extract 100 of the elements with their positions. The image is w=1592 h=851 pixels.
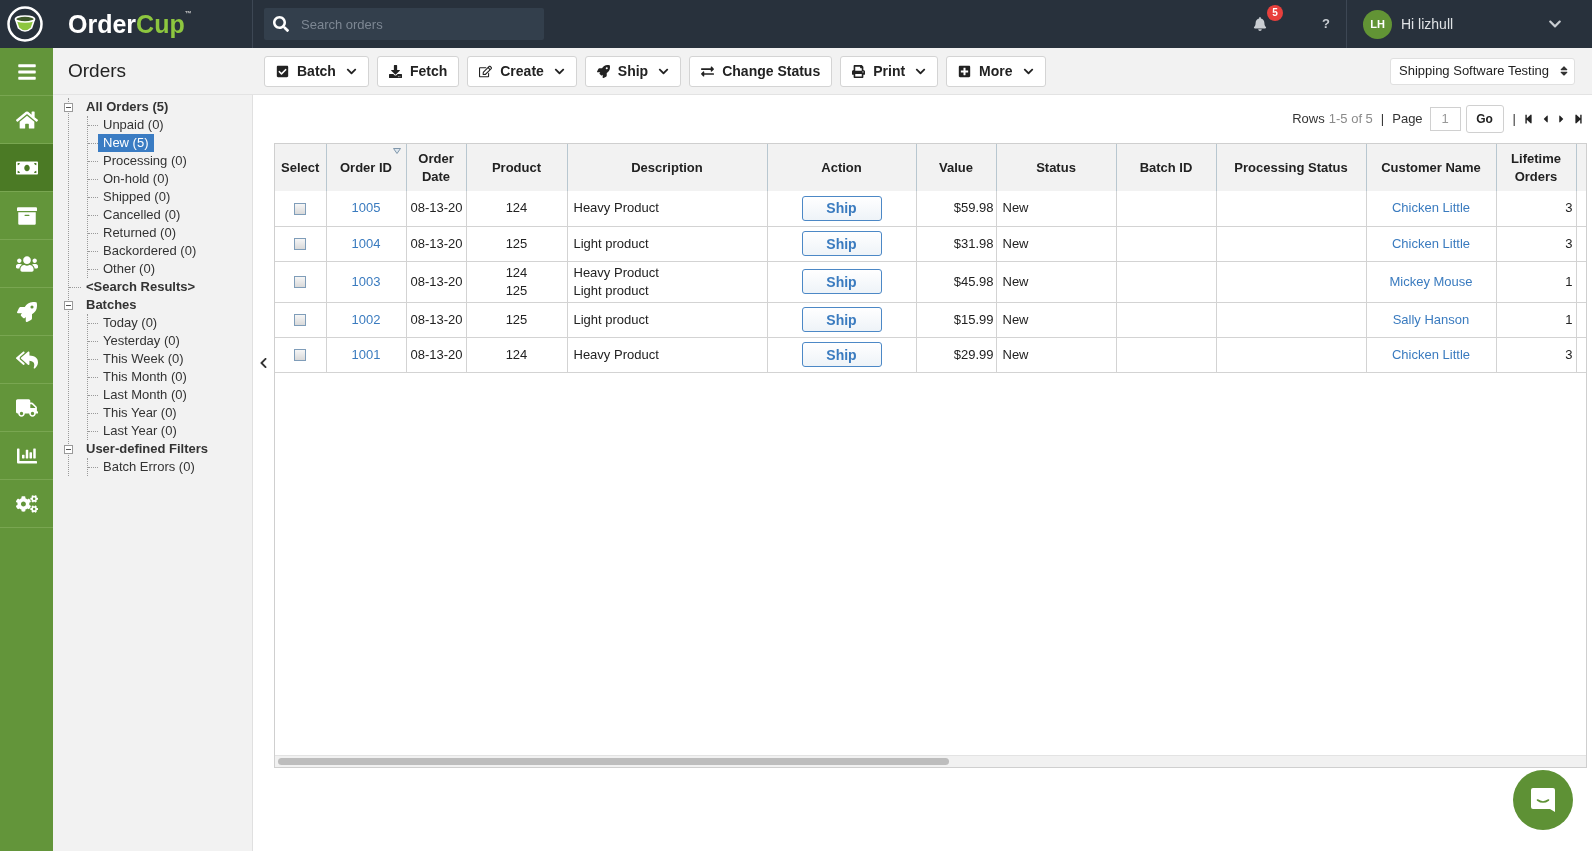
- description-text: Heavy Product: [573, 200, 659, 216]
- tree-item[interactable]: Backordered (0): [98, 242, 202, 260]
- last-page-icon[interactable]: [1574, 113, 1583, 124]
- order-value-text: $29.99: [953, 346, 994, 362]
- column-header[interactable]: Customer Name: [1366, 144, 1496, 191]
- tree-item[interactable]: This Month (0): [98, 368, 192, 386]
- row-checkbox[interactable]: [294, 349, 307, 362]
- ship-button[interactable]: Ship: [801, 231, 882, 256]
- tree-item[interactable]: Other (0): [98, 260, 160, 278]
- download-icon: [388, 64, 402, 78]
- order-id-link[interactable]: 1005: [351, 200, 381, 216]
- row-checkbox[interactable]: [294, 276, 307, 289]
- horizontal-scrollbar[interactable]: [275, 755, 1586, 767]
- column-header[interactable]: Description: [567, 144, 767, 191]
- order-status-text: New: [1002, 235, 1029, 251]
- customer-name-link[interactable]: Mickey Mouse: [1389, 273, 1473, 289]
- customer-name-link[interactable]: Sally Hanson: [1392, 311, 1470, 327]
- chevron-left-icon[interactable]: [259, 357, 268, 369]
- column-header[interactable]: Order ID: [326, 144, 406, 191]
- column-header[interactable]: Processing Status: [1216, 144, 1366, 191]
- toolbar-button[interactable]: Ship: [584, 55, 682, 87]
- row-checkbox[interactable]: [294, 238, 307, 251]
- first-page-icon[interactable]: [1524, 113, 1533, 124]
- lifetime-orders-text: 3: [1565, 346, 1573, 362]
- customer-name-link[interactable]: Chicken Little: [1391, 346, 1470, 362]
- tree-item[interactable]: All Orders (5): [81, 98, 174, 116]
- column-header[interactable]: Value: [916, 144, 996, 191]
- bell-icon[interactable]: [1253, 17, 1268, 31]
- help-link[interactable]: ?: [1322, 14, 1330, 34]
- column-header[interactable]: Order Date: [406, 144, 466, 191]
- description-text: Heavy Product: [573, 264, 659, 280]
- toolbar-button[interactable]: Print: [840, 55, 939, 87]
- toolbar-button[interactable]: More: [946, 55, 1046, 87]
- description-text: Light product: [573, 235, 649, 251]
- order-date-text: 08-13-20: [410, 311, 463, 327]
- tree-item[interactable]: Processing (0): [98, 152, 192, 170]
- tree-item[interactable]: <Search Results>: [81, 278, 201, 296]
- row-checkbox[interactable]: [294, 202, 307, 215]
- tree-item[interactable]: This Week (0): [98, 350, 189, 368]
- tree-item[interactable]: Returned (0): [98, 224, 181, 242]
- scrollbar-thumb[interactable]: [278, 758, 949, 765]
- minus-box-icon[interactable]: [64, 300, 73, 310]
- tree-item[interactable]: On-hold (0): [98, 170, 174, 188]
- product-code-text: 124: [505, 346, 528, 362]
- toolbar-button[interactable]: Create: [467, 55, 577, 87]
- tree-item[interactable]: User-defined Filters: [81, 440, 214, 458]
- toolbar-button[interactable]: Change Status: [689, 55, 833, 87]
- column-header[interactable]: Status: [996, 144, 1116, 191]
- toolbar-button[interactable]: Batch: [264, 55, 369, 87]
- tree-item[interactable]: Yesterday (0): [98, 332, 185, 350]
- customer-name-link[interactable]: Chicken Little: [1391, 235, 1470, 251]
- order-value-text: $59.98: [953, 200, 994, 216]
- column-header[interactable]: Lifetime Orders: [1496, 144, 1576, 191]
- customer-name-link[interactable]: Chicken Little: [1391, 200, 1470, 216]
- order-status-text: New: [1002, 346, 1029, 362]
- tree-item[interactable]: This Year (0): [98, 404, 182, 422]
- user-avatar[interactable]: LH: [1363, 9, 1392, 39]
- row-checkbox[interactable]: [294, 314, 307, 327]
- toolbar-button[interactable]: Fetch: [376, 55, 460, 87]
- tree-item[interactable]: Last Month (0): [98, 386, 192, 404]
- rows-range: 1-5 of 5: [1328, 109, 1373, 128]
- home-icon: [15, 109, 38, 130]
- edit-icon: [479, 64, 493, 78]
- order-id-link[interactable]: 1003: [351, 273, 381, 289]
- column-header[interactable]: Action: [767, 144, 916, 191]
- column-header[interactable]: Batch ID: [1116, 144, 1216, 191]
- ship-button[interactable]: Ship: [801, 195, 882, 221]
- column-header[interactable]: Select: [275, 144, 326, 191]
- checked-box-icon: [276, 64, 289, 78]
- order-id-link[interactable]: 1004: [351, 235, 381, 251]
- minus-box-icon[interactable]: [64, 444, 73, 454]
- tree-item[interactable]: Batch Errors (0): [98, 458, 200, 476]
- sidebar-nav-button[interactable]: [0, 144, 53, 192]
- ship-button[interactable]: Ship: [801, 307, 882, 332]
- search-icon: [273, 16, 289, 32]
- description-text: Light product: [573, 282, 649, 298]
- tree-item[interactable]: New (5): [98, 134, 154, 152]
- description-text: Light product: [573, 311, 649, 327]
- tree-item[interactable]: Shipped (0): [98, 188, 176, 206]
- order-id-link[interactable]: 1001: [351, 346, 381, 362]
- truck-icon: [15, 397, 38, 418]
- tree-item[interactable]: Last Year (0): [98, 422, 182, 440]
- product-code-text: 125: [505, 282, 528, 298]
- order-value-text: $31.98: [953, 235, 994, 251]
- user-greeting[interactable]: Hi lizhull: [1401, 13, 1454, 35]
- printer-icon: [852, 64, 866, 78]
- order-id-link[interactable]: 1002: [351, 311, 381, 327]
- minus-box-icon[interactable]: [64, 102, 73, 112]
- search-field[interactable]: Search orders: [264, 8, 544, 40]
- tree-item[interactable]: Unpaid (0): [98, 116, 169, 134]
- ship-button[interactable]: Ship: [801, 269, 882, 294]
- product-code-text: 125: [505, 235, 528, 251]
- tree-item[interactable]: Today (0): [98, 314, 163, 332]
- tree-item[interactable]: Batches: [81, 296, 142, 314]
- account-select[interactable]: Shipping Software Testing: [1390, 57, 1575, 85]
- go-button[interactable]: Go: [1465, 104, 1504, 133]
- ship-button[interactable]: Ship: [801, 342, 882, 367]
- tree-item[interactable]: Cancelled (0): [98, 206, 186, 224]
- column-header[interactable]: Product: [466, 144, 567, 191]
- empty-column-header: [1576, 144, 1586, 191]
